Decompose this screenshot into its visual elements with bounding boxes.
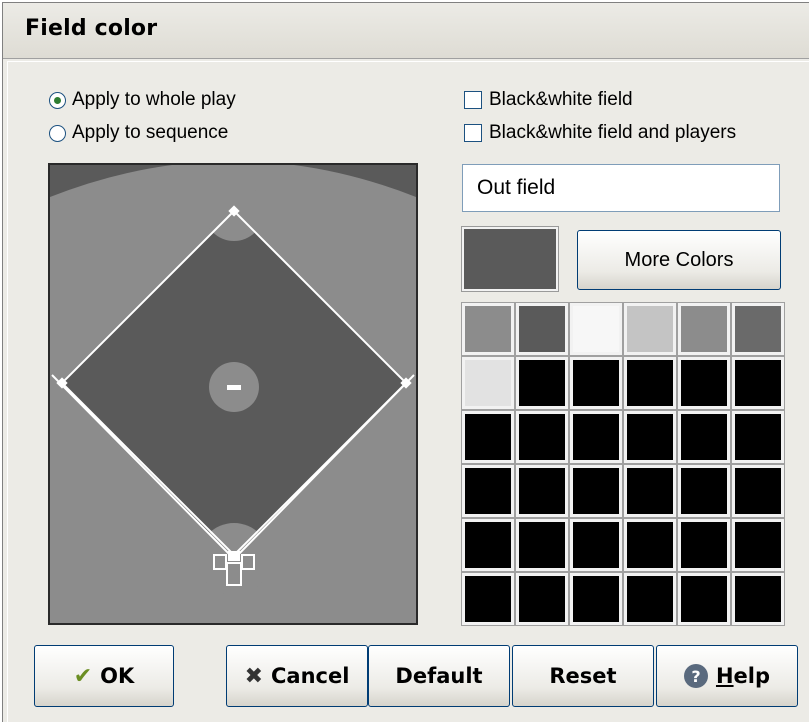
checkbox-box <box>464 91 482 109</box>
checkbox-box <box>464 124 482 142</box>
palette-swatch-4-1[interactable] <box>515 518 569 572</box>
palette-swatch-4-4[interactable] <box>677 518 731 572</box>
bw-field-players-checkbox[interactable]: Black&white field and players <box>464 122 736 144</box>
palette-swatch-5-5[interactable] <box>731 572 785 626</box>
palette-swatch-1-5[interactable] <box>731 356 785 410</box>
radio-dot <box>54 96 61 104</box>
home-plate <box>228 551 240 561</box>
radio-circle <box>49 91 66 109</box>
checkmark-icon: ✔ <box>73 663 93 689</box>
palette-swatch-5-0[interactable] <box>461 572 515 626</box>
apply-whole-play-label: Apply to whole play <box>72 89 236 110</box>
palette-swatch-3-5[interactable] <box>731 464 785 518</box>
baseball-field-diagram[interactable] <box>50 165 416 623</box>
field-preview[interactable] <box>48 163 418 625</box>
palette-swatch-2-2[interactable] <box>569 410 623 464</box>
color-palette <box>461 302 785 626</box>
default-button[interactable]: Default <box>368 645 510 707</box>
palette-swatch-3-4[interactable] <box>677 464 731 518</box>
current-color-preview <box>461 226 559 292</box>
palette-swatch-4-5[interactable] <box>731 518 785 572</box>
palette-swatch-4-2[interactable] <box>569 518 623 572</box>
reset-button[interactable]: Reset <box>512 645 654 707</box>
pitcher-rubber <box>227 385 241 390</box>
more-colors-button[interactable]: More Colors <box>577 230 781 290</box>
palette-swatch-3-2[interactable] <box>569 464 623 518</box>
palette-swatch-0-1[interactable] <box>515 302 569 356</box>
palette-swatch-5-2[interactable] <box>569 572 623 626</box>
palette-swatch-1-3[interactable] <box>623 356 677 410</box>
palette-swatch-2-0[interactable] <box>461 410 515 464</box>
help-label: elp <box>733 664 771 688</box>
apply-sequence-label: Apply to sequence <box>72 122 229 143</box>
palette-swatch-1-0[interactable] <box>461 356 515 410</box>
radio-circle <box>49 124 66 142</box>
reset-label: Reset <box>549 664 617 688</box>
palette-swatch-3-1[interactable] <box>515 464 569 518</box>
x-icon: ✖ <box>244 663 263 689</box>
palette-swatch-2-3[interactable] <box>623 410 677 464</box>
palette-swatch-1-1[interactable] <box>515 356 569 410</box>
palette-swatch-4-3[interactable] <box>623 518 677 572</box>
apply-whole-play-radio[interactable]: Apply to whole play <box>49 89 236 111</box>
bw-field-players-label: Black&white field and players <box>489 122 737 143</box>
palette-swatch-5-4[interactable] <box>677 572 731 626</box>
palette-swatch-0-3[interactable] <box>623 302 677 356</box>
title-bar[interactable]: Field color <box>3 3 809 59</box>
palette-swatch-5-3[interactable] <box>623 572 677 626</box>
cancel-label: Cancel <box>271 664 350 688</box>
palette-swatch-1-4[interactable] <box>677 356 731 410</box>
palette-swatch-0-2[interactable] <box>569 302 623 356</box>
apply-sequence-radio[interactable]: Apply to sequence <box>49 122 228 144</box>
ok-button[interactable]: ✔ OK <box>34 645 174 707</box>
palette-swatch-4-0[interactable] <box>461 518 515 572</box>
palette-swatch-1-2[interactable] <box>569 356 623 410</box>
dialog-title: Field color <box>25 16 158 41</box>
palette-swatch-0-0[interactable] <box>461 302 515 356</box>
bw-field-checkbox[interactable]: Black&white field <box>464 89 633 111</box>
palette-swatch-5-1[interactable] <box>515 572 569 626</box>
help-accelerator: H <box>715 664 734 688</box>
palette-swatch-2-4[interactable] <box>677 410 731 464</box>
help-button[interactable]: ? Help <box>656 645 798 707</box>
palette-swatch-2-5[interactable] <box>731 410 785 464</box>
bw-field-label: Black&white field <box>489 89 633 110</box>
palette-swatch-2-1[interactable] <box>515 410 569 464</box>
palette-swatch-3-0[interactable] <box>461 464 515 518</box>
default-label: Default <box>395 664 483 688</box>
cancel-button[interactable]: ✖ Cancel <box>226 645 368 707</box>
ok-label: OK <box>100 664 135 688</box>
palette-swatch-0-4[interactable] <box>677 302 731 356</box>
help-icon: ? <box>683 664 708 688</box>
field-area-name: Out field <box>462 164 780 212</box>
palette-swatch-3-3[interactable] <box>623 464 677 518</box>
palette-swatch-0-5[interactable] <box>731 302 785 356</box>
